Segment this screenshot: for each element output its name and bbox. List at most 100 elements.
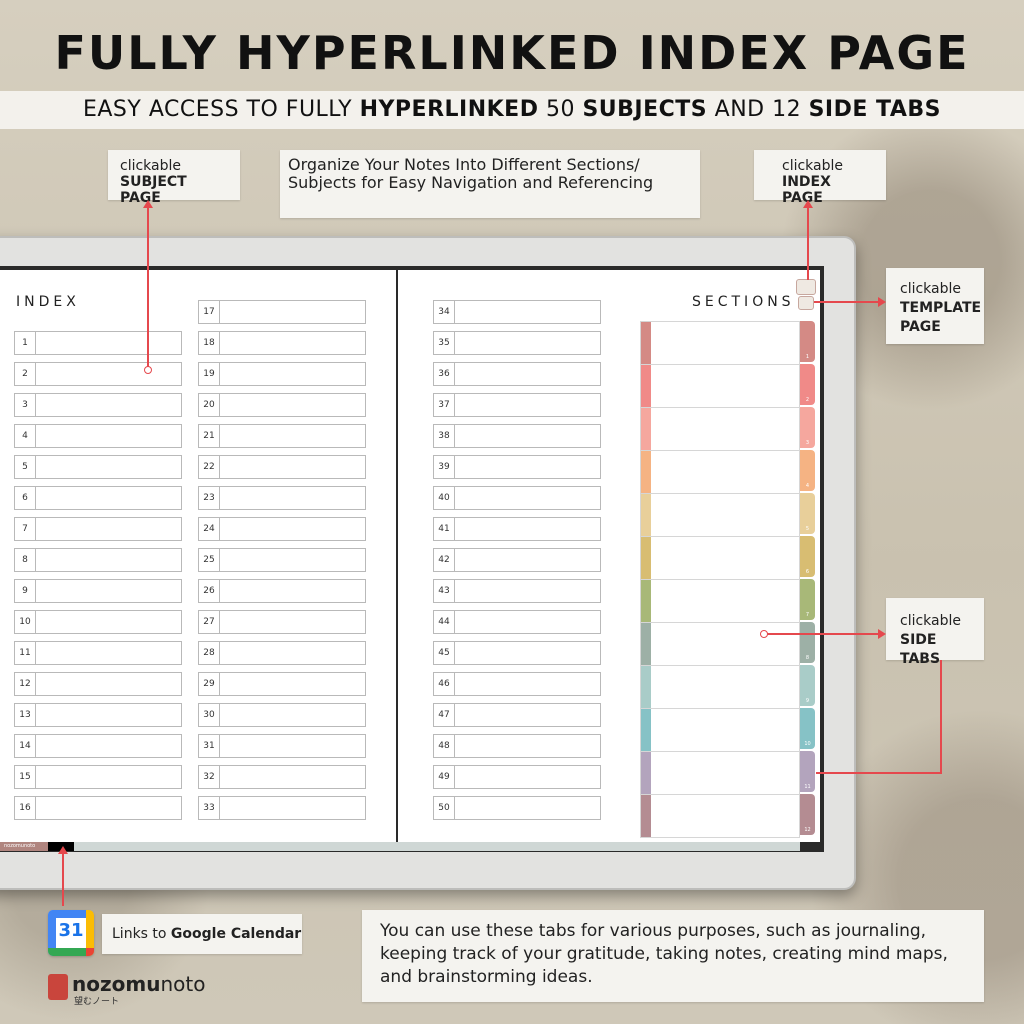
index-entry[interactable]: 30: [198, 703, 366, 727]
index-entry[interactable]: 4: [14, 424, 182, 448]
template-page-icon[interactable]: [798, 296, 814, 310]
side-tab[interactable]: 3: [800, 407, 815, 448]
index-entry-number: 1: [15, 332, 36, 354]
index-entry[interactable]: 20: [198, 393, 366, 417]
index-entry[interactable]: 16: [14, 796, 182, 820]
side-tab[interactable]: 5: [800, 493, 815, 534]
section-row[interactable]: [640, 407, 800, 451]
side-tab[interactable]: 12: [800, 794, 815, 835]
index-entry[interactable]: 31: [198, 734, 366, 758]
section-row[interactable]: [640, 450, 800, 494]
index-entry[interactable]: 23: [198, 486, 366, 510]
index-entry[interactable]: 47: [433, 703, 601, 727]
section-row[interactable]: [640, 622, 800, 666]
side-tab-label: 7: [805, 612, 810, 618]
index-entry[interactable]: 26: [198, 579, 366, 603]
index-entry[interactable]: 19: [198, 362, 366, 386]
index-entry[interactable]: 32: [198, 765, 366, 789]
index-entry[interactable]: 5: [14, 455, 182, 479]
index-entry[interactable]: 36: [433, 362, 601, 386]
side-tab[interactable]: 10: [800, 708, 815, 749]
index-entry-number: 24: [199, 518, 220, 540]
index-callout-bold: INDEX PAGE: [782, 174, 831, 206]
index-entry[interactable]: 27: [198, 610, 366, 634]
side-tab[interactable]: 1: [800, 321, 815, 362]
index-entry[interactable]: 15: [14, 765, 182, 789]
section-row[interactable]: [640, 751, 800, 795]
index-entry[interactable]: 44: [433, 610, 601, 634]
index-entry[interactable]: 40: [433, 486, 601, 510]
index-arrow: [803, 200, 813, 208]
side-tabs-arrow: [878, 629, 886, 639]
index-entry[interactable]: 12: [14, 672, 182, 696]
gcal-arrow: [58, 846, 68, 854]
index-entry-number: 41: [434, 518, 455, 540]
index-entry-number: 12: [15, 673, 36, 695]
index-entry-number: 26: [199, 580, 220, 602]
index-entry[interactable]: 17: [198, 300, 366, 324]
index-entry[interactable]: 7: [14, 517, 182, 541]
index-entry[interactable]: 14: [14, 734, 182, 758]
index-entry[interactable]: 33: [198, 796, 366, 820]
index-entry[interactable]: 35: [433, 331, 601, 355]
index-entry[interactable]: 37: [433, 393, 601, 417]
index-entry[interactable]: 29: [198, 672, 366, 696]
index-page-icon[interactable]: [796, 279, 816, 295]
section-color-strip: [641, 666, 651, 708]
section-color-strip: [641, 451, 651, 493]
index-entry[interactable]: 8: [14, 548, 182, 572]
index-entry-number: 25: [199, 549, 220, 571]
section-row[interactable]: [640, 364, 800, 408]
index-entry[interactable]: 38: [433, 424, 601, 448]
index-entry[interactable]: 46: [433, 672, 601, 696]
index-entry[interactable]: 6: [14, 486, 182, 510]
section-row[interactable]: [640, 794, 800, 838]
index-entry[interactable]: 18: [198, 331, 366, 355]
index-entry-number: 44: [434, 611, 455, 633]
index-entry-number: 45: [434, 642, 455, 664]
section-row[interactable]: [640, 493, 800, 537]
side-tabs-dot: [760, 630, 768, 638]
index-entry[interactable]: 2: [14, 362, 182, 386]
index-entry[interactable]: 39: [433, 455, 601, 479]
section-row[interactable]: [640, 665, 800, 709]
index-entry[interactable]: 3: [14, 393, 182, 417]
index-entry[interactable]: 50: [433, 796, 601, 820]
index-entry[interactable]: 9: [14, 579, 182, 603]
index-entry[interactable]: 43: [433, 579, 601, 603]
section-row[interactable]: [640, 579, 800, 623]
index-entry[interactable]: 34: [433, 300, 601, 324]
side-tab[interactable]: 11: [800, 751, 815, 792]
index-entry[interactable]: 21: [198, 424, 366, 448]
section-row[interactable]: [640, 321, 800, 365]
side-tab-label: 4: [805, 483, 810, 489]
index-entry[interactable]: 42: [433, 548, 601, 572]
google-calendar-icon: 31: [48, 910, 94, 956]
side-tab[interactable]: 4: [800, 450, 815, 491]
index-entry[interactable]: 1: [14, 331, 182, 355]
side-tab[interactable]: 7: [800, 579, 815, 620]
index-entry[interactable]: 11: [14, 641, 182, 665]
index-entry[interactable]: 28: [198, 641, 366, 665]
index-entry[interactable]: 49: [433, 765, 601, 789]
section-row[interactable]: [640, 708, 800, 752]
nozomunoto-logo-icon: [48, 974, 68, 1000]
index-entry[interactable]: 22: [198, 455, 366, 479]
side-tab[interactable]: 8: [800, 622, 815, 663]
index-entry[interactable]: 25: [198, 548, 366, 572]
side-tab[interactable]: 2: [800, 364, 815, 405]
side-tab-label: 3: [805, 440, 810, 446]
index-entry[interactable]: 41: [433, 517, 601, 541]
subject-page-callout: clickable SUBJECT PAGE: [108, 150, 240, 206]
index-entry[interactable]: 10: [14, 610, 182, 634]
index-entry[interactable]: 45: [433, 641, 601, 665]
section-color-strip: [641, 537, 651, 579]
index-entry[interactable]: 24: [198, 517, 366, 541]
index-entry[interactable]: 13: [14, 703, 182, 727]
subtitle-part-2: HYPERLINKED: [359, 97, 539, 122]
index-entry[interactable]: 48: [433, 734, 601, 758]
section-row[interactable]: [640, 536, 800, 580]
side-tab[interactable]: 9: [800, 665, 815, 706]
bottom-month-bar[interactable]: [0, 842, 800, 851]
side-tab[interactable]: 6: [800, 536, 815, 577]
